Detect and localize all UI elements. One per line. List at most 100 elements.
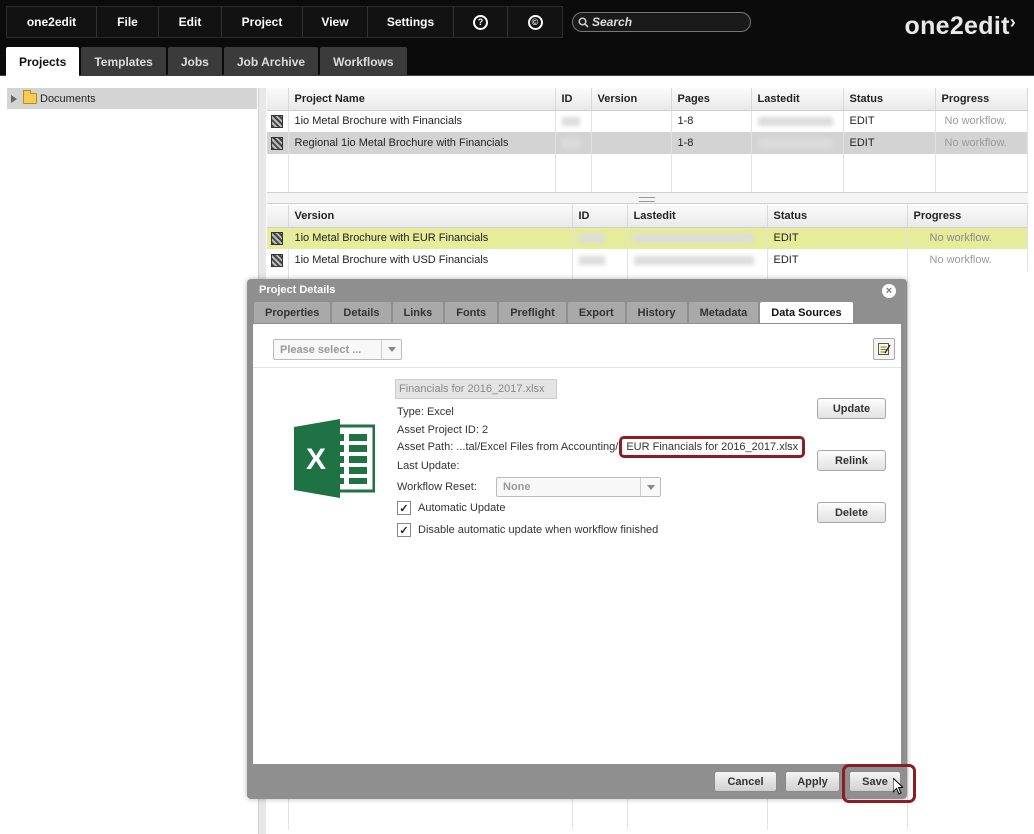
tab-projects[interactable]: Projects (6, 47, 80, 76)
file-name-field: Financials for 2016_2017.xlsx (395, 379, 557, 399)
close-icon[interactable]: × (882, 284, 896, 298)
col-progress[interactable]: Progress (907, 205, 1028, 228)
automatic-update-row: ✓ Automatic Update (397, 501, 505, 515)
project-version (591, 132, 672, 154)
search-box[interactable] (572, 12, 751, 32)
logo-mark: › (1009, 12, 1016, 32)
copyright-icon: © (527, 14, 543, 30)
disable-auto-update-row: ✓ Disable automatic update when workflow… (397, 523, 658, 537)
document-icon (271, 114, 284, 128)
version-lastedit (627, 249, 768, 271)
tab-jobs[interactable]: Jobs (167, 47, 222, 76)
workflow-reset-label: Workflow Reset: (397, 481, 477, 493)
version-progress: No workflow. (907, 249, 1028, 271)
top-bar: one2edit File Edit Project View Settings… (0, 0, 1034, 76)
col-version[interactable]: Version (288, 205, 573, 228)
tab-workflows[interactable]: Workflows (320, 47, 407, 76)
table-row[interactable]: Regional 1io Metal Brochure with Financi… (267, 132, 1028, 154)
col-pages[interactable]: Pages (671, 88, 752, 111)
type-label: Type: Excel (397, 406, 454, 418)
project-progress: No workflow. (935, 132, 1028, 154)
col-version[interactable]: Version (591, 88, 672, 111)
tab-history[interactable]: History (626, 302, 687, 323)
edit-note-button[interactable] (873, 338, 895, 360)
icon-column-header (267, 88, 289, 111)
tab-data-sources[interactable]: Data Sources (760, 302, 853, 323)
table-splitter[interactable] (267, 192, 1028, 204)
search-input[interactable] (592, 15, 742, 29)
main-tabs: Projects Templates Jobs Job Archive Work… (6, 47, 407, 76)
blurred-value (561, 138, 580, 148)
asset-path-file-highlight: EUR Financials for 2016_2017.xlsx (619, 436, 806, 458)
col-status[interactable]: Status (767, 205, 908, 228)
blurred-value (578, 233, 605, 243)
tab-job-archive[interactable]: Job Archive (223, 47, 319, 76)
tab-details[interactable]: Details (332, 302, 391, 323)
blurred-value (757, 138, 833, 148)
blurred-value (561, 116, 580, 126)
document-icon-cell (267, 227, 289, 249)
excel-icon: X (294, 419, 375, 498)
version-id (572, 249, 628, 271)
tree-item-documents[interactable]: Documents (7, 88, 257, 109)
version-name: 1io Metal Brochure with EUR Financials (288, 227, 573, 249)
disable-auto-update-checkbox[interactable]: ✓ (397, 523, 411, 537)
table-row[interactable]: 1io Metal Brochure with EUR Financials E… (267, 227, 1028, 249)
expand-arrow-icon[interactable] (11, 94, 17, 103)
workflow-reset-select[interactable]: None (496, 477, 661, 497)
automatic-update-label: Automatic Update (418, 502, 506, 514)
tab-properties[interactable]: Properties (254, 302, 331, 323)
menu-one2edit[interactable]: one2edit (7, 7, 97, 37)
divider (253, 367, 901, 368)
tab-metadata[interactable]: Metadata (688, 302, 759, 323)
workflow-reset-value: None (503, 481, 531, 493)
tab-export[interactable]: Export (567, 302, 625, 323)
table-row[interactable]: 1io Metal Brochure with USD Financials E… (267, 249, 1028, 271)
update-button[interactable]: Update (817, 398, 886, 419)
col-id[interactable]: ID (555, 88, 592, 111)
project-name: 1io Metal Brochure with Financials (288, 110, 556, 132)
project-name: Regional 1io Metal Brochure with Financi… (288, 132, 556, 154)
tab-fonts[interactable]: Fonts (445, 302, 498, 323)
col-id[interactable]: ID (572, 205, 628, 228)
col-progress[interactable]: Progress (935, 88, 1028, 111)
help-button[interactable]: ? (454, 7, 508, 37)
apply-button[interactable]: Apply (785, 771, 840, 792)
select-placeholder: Please select ... (280, 343, 362, 356)
delete-button[interactable]: Delete (817, 502, 886, 523)
col-project-name[interactable]: Project Name (288, 88, 556, 111)
col-lastedit[interactable]: Lastedit (627, 205, 768, 228)
relink-button[interactable]: Relink (817, 450, 886, 471)
col-status[interactable]: Status (843, 88, 936, 111)
chevron-down-icon (381, 340, 401, 359)
cancel-button[interactable]: Cancel (714, 771, 777, 792)
versions-table: Version ID Lastedit Status Progress 1io … (267, 205, 1028, 271)
document-icon (271, 136, 284, 150)
col-lastedit[interactable]: Lastedit (751, 88, 844, 111)
data-source-select[interactable]: Please select ... (273, 339, 402, 360)
menu-settings[interactable]: Settings (368, 7, 454, 37)
document-icon-cell (267, 249, 289, 271)
menu-file[interactable]: File (97, 7, 159, 37)
table-row[interactable]: 1io Metal Brochure with Financials 1-8 E… (267, 110, 1028, 132)
menu-view[interactable]: View (303, 7, 368, 37)
automatic-update-checkbox[interactable]: ✓ (397, 501, 411, 515)
blurred-value (633, 233, 754, 243)
table-header: Version ID Lastedit Status Progress (267, 205, 1028, 228)
tab-templates[interactable]: Templates (81, 47, 166, 76)
one2edit-logo: one2edit› (905, 12, 1017, 41)
version-id (572, 227, 628, 249)
data-sources-panel: Please select ... X Financials for 2016_… (253, 324, 901, 764)
tab-preflight[interactable]: Preflight (499, 302, 566, 323)
version-status: EDIT (767, 227, 908, 249)
copyright-button[interactable]: © (508, 7, 562, 37)
document-icon (271, 231, 284, 245)
menu-project[interactable]: Project (222, 7, 303, 37)
tab-links[interactable]: Links (392, 302, 444, 323)
menu-edit[interactable]: Edit (159, 7, 222, 37)
logo-text: one2edit (904, 12, 1010, 40)
grid-line (907, 270, 908, 830)
project-details-dialog: Project Details × Properties Details Lin… (247, 279, 907, 799)
chevron-down-icon (640, 478, 660, 497)
document-icon-cell (267, 132, 289, 154)
